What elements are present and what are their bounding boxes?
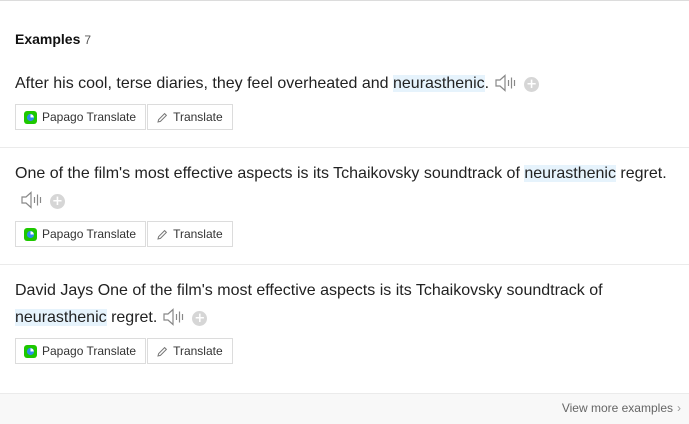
speaker-icon[interactable]: [495, 74, 519, 92]
add-to-wordbook-icon[interactable]: +: [524, 77, 540, 92]
chevron-right-icon: ›: [677, 401, 681, 415]
sentence-text: One of the film's most effective aspects…: [15, 165, 525, 182]
sentence-text: David Jays One of the film's most effect…: [15, 282, 603, 299]
example-sentence: David Jays One of the film's most effect…: [15, 277, 670, 331]
translate-button[interactable]: Translate: [147, 338, 233, 364]
papago-logo-icon: [24, 342, 37, 366]
translate-button[interactable]: Translate: [147, 104, 233, 130]
papago-translate-label: Papago Translate: [42, 110, 137, 124]
translate-button-row: Papago Translate Translate: [15, 338, 234, 364]
example-sentence: After his cool, terse diaries, they feel…: [15, 70, 670, 97]
examples-header: Examples 7: [15, 31, 91, 47]
translate-button-row: Papago Translate Translate: [15, 104, 234, 130]
examples-title: Examples: [15, 31, 81, 47]
sentence-text-end: regret.: [106, 309, 158, 326]
examples-footer: View more examples ›: [0, 393, 689, 424]
view-more-examples-link[interactable]: View more examples ›: [562, 401, 681, 415]
sentence-text-end: .: [484, 75, 490, 92]
translate-label: Translate: [173, 344, 223, 358]
example-divider: [0, 264, 689, 265]
highlighted-word[interactable]: neurasthenic: [524, 165, 616, 182]
papago-translate-label: Papago Translate: [42, 344, 137, 358]
translate-label: Translate: [173, 110, 223, 124]
speaker-icon[interactable]: [21, 191, 45, 209]
translate-label: Translate: [173, 227, 223, 241]
view-more-label: View more examples: [561, 401, 673, 415]
speaker-icon[interactable]: [163, 308, 187, 326]
translate-button[interactable]: Translate: [147, 221, 233, 247]
translate-button-row: Papago Translate Translate: [15, 221, 234, 247]
add-to-wordbook-icon[interactable]: +: [50, 194, 65, 209]
sentence-text-end: regret.: [615, 165, 667, 182]
pencil-icon: [156, 225, 168, 249]
pencil-icon: [156, 342, 168, 366]
top-divider: [0, 0, 689, 1]
sentence-text: After his cool, terse diaries, they feel…: [15, 75, 393, 92]
highlighted-word[interactable]: neurasthenic: [15, 309, 107, 326]
papago-translate-button[interactable]: Papago Translate: [15, 338, 147, 366]
papago-translate-button[interactable]: Papago Translate: [15, 104, 147, 132]
papago-logo-icon: [24, 108, 37, 132]
add-to-wordbook-icon[interactable]: +: [192, 311, 208, 326]
example-sentence: One of the film's most effective aspects…: [15, 160, 670, 214]
examples-count: 7: [84, 33, 92, 47]
papago-logo-icon: [24, 225, 37, 249]
highlighted-word[interactable]: neurasthenic: [393, 75, 485, 92]
example-divider: [0, 147, 689, 148]
papago-translate-label: Papago Translate: [42, 227, 137, 241]
pencil-icon: [156, 108, 168, 132]
papago-translate-button[interactable]: Papago Translate: [15, 221, 147, 249]
